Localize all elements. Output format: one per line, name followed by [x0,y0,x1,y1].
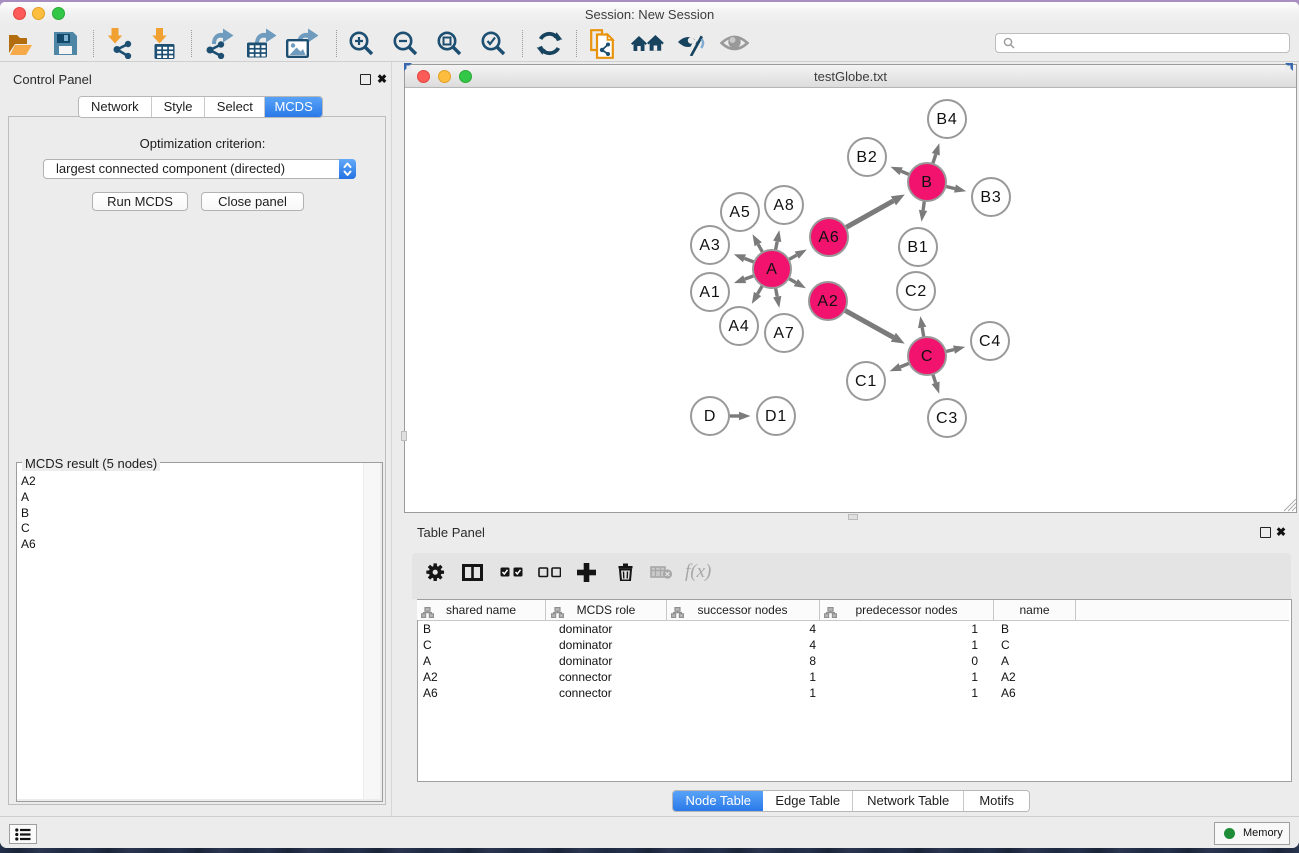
svg-text:B1: B1 [907,239,928,256]
svg-text:A1: A1 [699,284,720,301]
svg-text:B3: B3 [980,189,1001,206]
svg-text:C1: C1 [855,373,877,390]
svg-text:A2: A2 [817,293,838,310]
svg-text:A3: A3 [699,237,720,254]
svg-text:A5: A5 [729,204,750,221]
svg-text:D: D [704,408,716,425]
svg-text:B2: B2 [856,149,877,166]
svg-text:C4: C4 [979,333,1001,350]
svg-text:A6: A6 [818,229,839,246]
svg-text:D1: D1 [765,408,787,425]
svg-text:B4: B4 [936,111,957,128]
svg-text:C: C [921,348,933,365]
svg-text:A7: A7 [773,325,794,342]
svg-text:C2: C2 [905,283,927,300]
svg-text:A4: A4 [728,318,749,335]
svg-text:A8: A8 [773,197,794,214]
svg-text:A: A [766,261,777,278]
svg-text:C3: C3 [936,410,958,427]
svg-text:B: B [921,174,932,191]
